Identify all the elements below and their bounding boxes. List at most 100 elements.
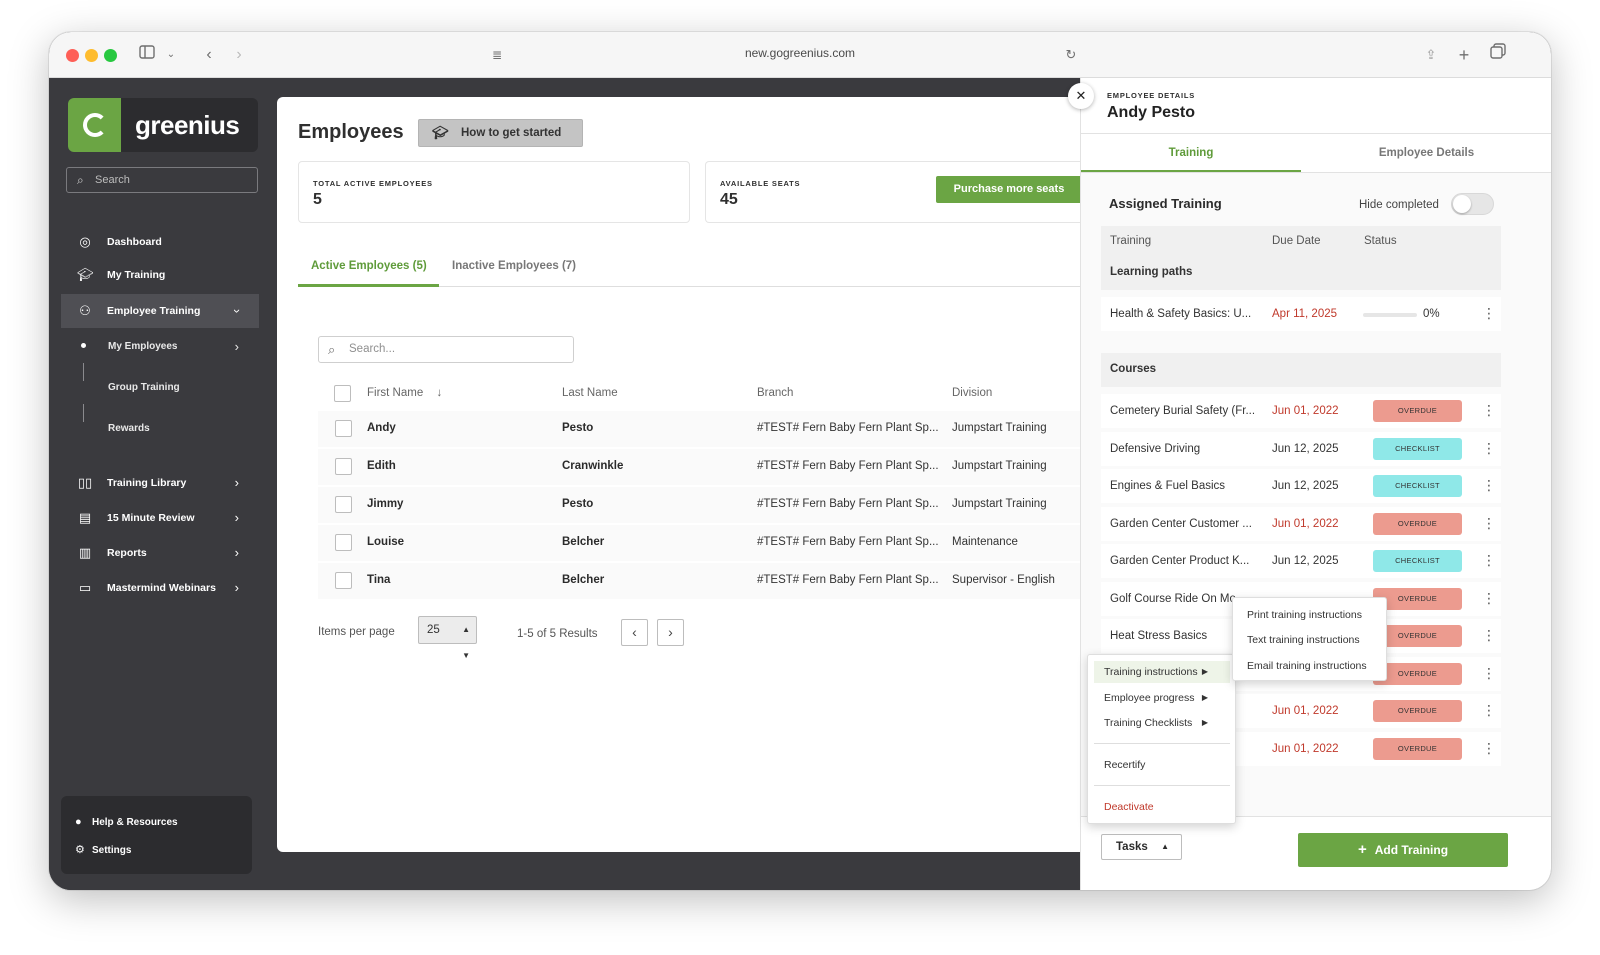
course-row[interactable]: Garden Center Customer ... Jun 01, 2022 OV… xyxy=(1101,506,1501,541)
course-row[interactable]: Garden Center Product K... Jun 12, 2025 CH… xyxy=(1101,544,1501,578)
tab-employee-details[interactable]: Employee Details xyxy=(1301,134,1551,172)
menu-item-recertify[interactable]: Recertify xyxy=(1094,754,1230,776)
status-badge: CHECKLIST xyxy=(1373,475,1462,497)
section-label: Learning paths xyxy=(1110,266,1193,278)
table-row[interactable]: Edith Cranwinkle #TEST# Fern Baby Fern P… xyxy=(318,449,1087,485)
table-row[interactable]: Andy Pesto #TEST# Fern Baby Fern Plant S… xyxy=(318,411,1087,447)
sidebar-item-reports[interactable]: ▥ Reports › xyxy=(61,539,259,567)
forward-icon[interactable]: › xyxy=(227,43,251,67)
zoom-window-button[interactable] xyxy=(104,49,117,62)
course-row[interactable]: Engines & Fuel Basics Jun 12, 2025 CHECKLI… xyxy=(1101,469,1501,503)
kebab-icon: ⋮ xyxy=(1482,589,1496,606)
row-menu-button[interactable]: ⋮ xyxy=(1482,552,1496,568)
sidebar-item-training-library[interactable]: ▯▯ Training Library › xyxy=(61,469,259,497)
sidebar-item-label: Training Library xyxy=(107,477,187,489)
hide-completed-toggle[interactable] xyxy=(1451,193,1494,215)
row-menu-button[interactable]: ⋮ xyxy=(1482,305,1496,321)
sidebar-item-dashboard[interactable]: ◎ Dashboard xyxy=(61,228,259,256)
employee-name: Andy Pesto xyxy=(1107,104,1196,121)
new-tab-icon[interactable]: + xyxy=(1452,43,1476,67)
status-badge: OVERDUE xyxy=(1373,700,1462,722)
sidebar-item-help[interactable]: ● Help & Resources xyxy=(75,816,178,828)
purchase-seats-button[interactable]: Purchase more seats xyxy=(936,176,1082,203)
row-menu-button[interactable]: ⋮ xyxy=(1482,402,1496,418)
menu-item-employee-progress[interactable]: Employee progress ▶ xyxy=(1094,687,1230,709)
menu-item-text-instructions[interactable]: Text training instructions xyxy=(1247,634,1360,646)
brand-logo[interactable]: greenius xyxy=(68,98,258,152)
column-last-name[interactable]: Last Name xyxy=(562,387,618,399)
close-window-button[interactable] xyxy=(66,49,79,62)
sidebar-search-input[interactable]: ⌕ Search xyxy=(66,167,258,193)
address-bar[interactable]: new.gogreenius.com xyxy=(669,46,931,60)
cell-branch: #TEST# Fern Baby Fern Plant Sp... xyxy=(757,536,939,548)
kebab-icon: ⋮ xyxy=(1482,702,1496,718)
assigned-training-title: Assigned Training xyxy=(1109,196,1222,211)
drawer-header: EMPLOYEE DETAILS Andy Pesto xyxy=(1081,78,1551,134)
sidebar-item-my-training[interactable]: 🎓︎ My Training xyxy=(61,261,259,289)
sidebar-item-group-training[interactable]: Group Training xyxy=(61,374,259,402)
sidebar-item-my-employees[interactable]: My Employees › xyxy=(61,333,259,361)
row-menu-button[interactable]: ⋮ xyxy=(1482,589,1496,606)
column-branch[interactable]: Branch xyxy=(757,387,793,399)
menu-item-email-instructions[interactable]: Email training instructions xyxy=(1247,660,1367,672)
row-checkbox[interactable] xyxy=(335,420,352,437)
menu-divider xyxy=(1094,743,1230,744)
share-icon[interactable]: ⇪ xyxy=(1419,43,1443,67)
sidebar-item-rewards[interactable]: Rewards xyxy=(61,415,259,443)
column-first-name[interactable]: First Name ↓ xyxy=(367,387,442,399)
close-drawer-button[interactable]: ✕ xyxy=(1068,83,1094,109)
row-checkbox[interactable] xyxy=(335,458,352,475)
sidebar-item-15-minute-review[interactable]: ▤ 15 Minute Review › xyxy=(61,504,259,532)
sidebar-toggle-icon[interactable] xyxy=(135,43,159,67)
course-row[interactable]: Defensive Driving Jun 12, 2025 CHECKLIST ⋮ xyxy=(1101,431,1501,466)
row-menu-button[interactable]: ⋮ xyxy=(1482,740,1496,756)
due-date: Jun 01, 2022 xyxy=(1272,742,1339,755)
row-menu-button[interactable]: ⋮ xyxy=(1482,702,1496,718)
stat-label: AVAILABLE SEATS xyxy=(720,179,801,188)
back-icon[interactable]: ‹ xyxy=(197,43,221,67)
row-menu-button[interactable]: ⋮ xyxy=(1482,627,1496,643)
next-page-button[interactable]: › xyxy=(657,619,684,646)
menu-item-print-instructions[interactable]: Print training instructions xyxy=(1247,609,1362,621)
previous-page-button[interactable]: ‹ xyxy=(621,619,648,646)
page-title: Employees xyxy=(298,121,404,143)
tasks-button[interactable]: Tasks ▲ xyxy=(1101,834,1182,860)
hide-completed-label: Hide completed xyxy=(1359,199,1439,211)
select-all-checkbox[interactable] xyxy=(334,385,351,402)
row-menu-button[interactable]: ⋮ xyxy=(1482,665,1496,681)
learning-path-row[interactable]: Health & Safety Basics: U... Apr 11, 202… xyxy=(1101,297,1501,331)
cell-first-name: Tina xyxy=(367,574,391,586)
items-per-page-label: Items per page xyxy=(318,626,395,638)
menu-item-training-checklists[interactable]: Training Checklists ▶ xyxy=(1094,712,1230,734)
tab-overview-icon[interactable] xyxy=(1486,43,1510,67)
table-row[interactable]: Jimmy Pesto #TEST# Fern Baby Fern Plant … xyxy=(318,487,1087,523)
chevron-down-icon[interactable]: ⌄ xyxy=(159,43,183,67)
row-checkbox[interactable] xyxy=(335,534,352,551)
tab-inactive-employees[interactable]: Inactive Employees (7) xyxy=(452,260,576,288)
tab-training[interactable]: Training xyxy=(1081,134,1301,172)
due-date: Jun 12, 2025 xyxy=(1272,480,1339,492)
add-training-button[interactable]: + Add Training xyxy=(1298,833,1508,867)
cell-last-name: Pesto xyxy=(562,498,594,510)
items-per-page-select[interactable]: 25 ▲ ▼ xyxy=(418,616,477,660)
employee-search-input[interactable]: ⌕ Search... xyxy=(318,336,574,363)
row-menu-button[interactable]: ⋮ xyxy=(1482,477,1496,493)
column-division[interactable]: Division xyxy=(952,387,992,399)
course-row[interactable]: Cemetery Burial Safety (Fr... Jun 01, 202… xyxy=(1101,394,1501,428)
reload-icon[interactable]: ↻ xyxy=(1059,43,1083,67)
menu-item-training-instructions[interactable]: Training instructions ▶ xyxy=(1094,661,1230,683)
row-menu-button[interactable]: ⋮ xyxy=(1482,515,1496,531)
table-row[interactable]: Tina Belcher #TEST# Fern Baby Fern Plant… xyxy=(318,563,1087,599)
table-row[interactable]: Louise Belcher #TEST# Fern Baby Fern Pla… xyxy=(318,525,1087,561)
minimize-window-button[interactable] xyxy=(85,49,98,62)
row-menu-button[interactable]: ⋮ xyxy=(1482,440,1496,456)
row-checkbox[interactable] xyxy=(335,496,352,513)
sidebar-item-settings[interactable]: ⚙ Settings xyxy=(75,843,131,856)
row-checkbox[interactable] xyxy=(335,572,352,589)
sidebar-item-mastermind-webinars[interactable]: ▭ Mastermind Webinars › xyxy=(61,574,259,602)
page-settings-icon[interactable]: ≣ xyxy=(485,43,509,67)
how-to-get-started-button[interactable]: 🎓︎ How to get started xyxy=(418,119,583,147)
menu-item-deactivate[interactable]: Deactivate xyxy=(1094,796,1230,818)
sidebar-item-employee-training[interactable]: ⚇ Employee Training › xyxy=(61,294,259,328)
users-icon: ⚇ xyxy=(79,303,91,318)
